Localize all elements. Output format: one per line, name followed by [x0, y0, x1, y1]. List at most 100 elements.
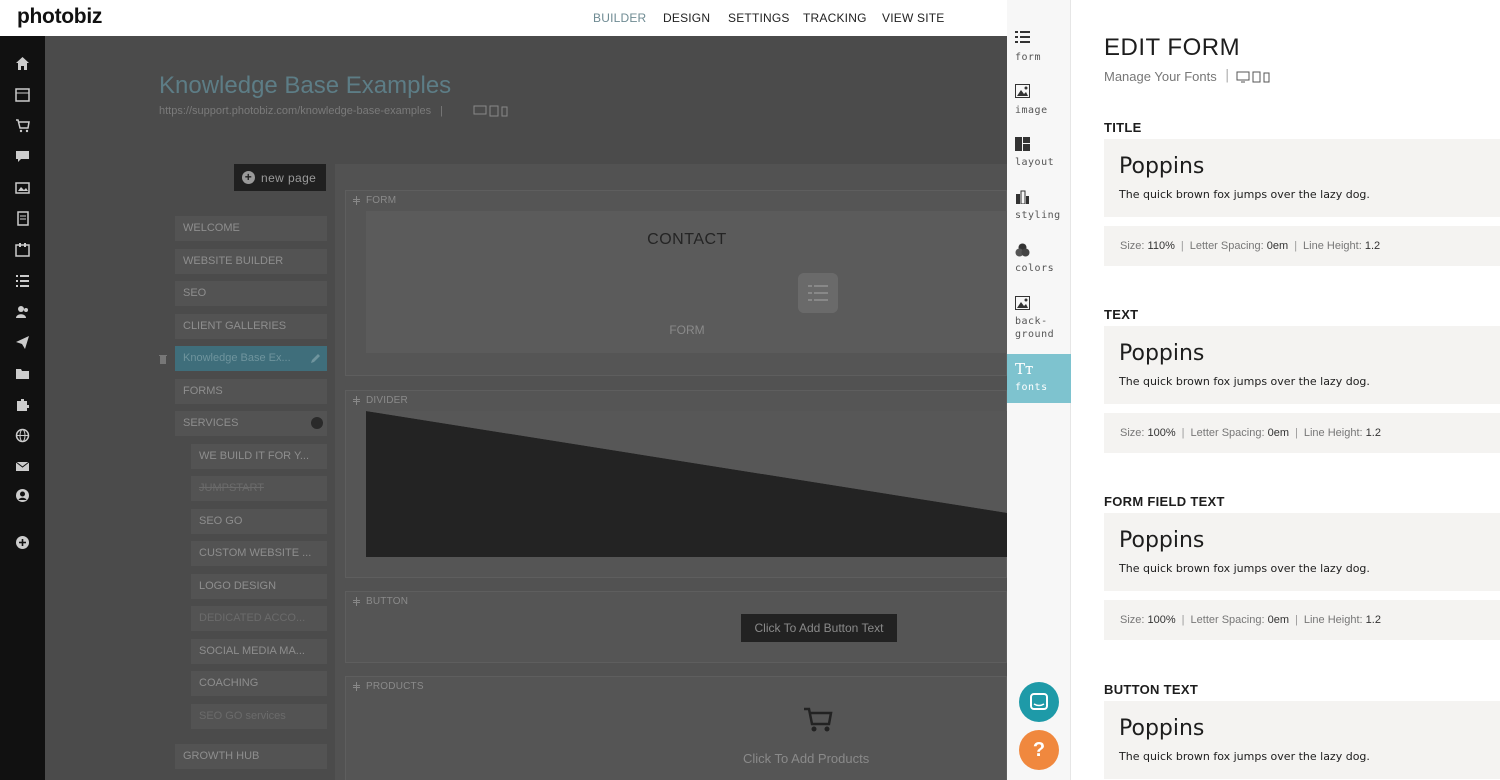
tab-styling-label: styling: [1015, 210, 1061, 221]
button-block[interactable]: BUTTON Click To Add Button Text: [345, 591, 1007, 663]
add-products-link[interactable]: Click To Add Products: [346, 751, 1006, 766]
font-settings[interactable]: Size: 100% | Letter Spacing: 0em | Line Heig…: [1104, 600, 1500, 640]
size-label: Size:: [1120, 614, 1145, 626]
nav-page-custom-website[interactable]: CUSTOM WEBSITE ...: [191, 541, 327, 566]
nav-design[interactable]: DESIGN: [663, 11, 710, 25]
products-block-label: PRODUCTS: [366, 681, 424, 692]
nav-page-jumpstart[interactable]: JUMPSTART: [191, 476, 327, 501]
font-name: Poppins: [1119, 154, 1205, 179]
size-label: Size:: [1120, 240, 1145, 252]
account-icon[interactable]: [15, 488, 30, 503]
nav-page-seo[interactable]: SEO: [175, 281, 327, 306]
trash-icon[interactable]: [158, 353, 168, 364]
device-preview-icon[interactable]: [473, 105, 513, 117]
document-icon[interactable]: [15, 211, 30, 226]
nav-page-forms[interactable]: FORMS: [175, 379, 327, 404]
font-name: Poppins: [1119, 528, 1205, 553]
nav-page-welcome[interactable]: WELCOME: [175, 216, 327, 241]
tab-fonts[interactable]: Tт fonts: [1007, 354, 1071, 403]
tab-form[interactable]: form: [1007, 30, 1071, 80]
nav-page-knowledge-base[interactable]: Knowledge Base Ex...: [175, 346, 327, 371]
drag-handle-icon[interactable]: [353, 396, 360, 405]
tab-colors-label: colors: [1015, 263, 1055, 274]
event-calendar-icon[interactable]: [15, 242, 30, 257]
calendar-icon[interactable]: [15, 87, 30, 102]
nav-tracking[interactable]: TRACKING: [803, 11, 867, 25]
puzzle-icon[interactable]: [15, 397, 30, 412]
panel-title: EDIT FORM: [1104, 34, 1241, 61]
font-settings[interactable]: Size: 100% | Letter Spacing: 0em | Line Heig…: [1104, 413, 1500, 453]
page-url[interactable]: https://support.photobiz.com/knowledge-b…: [159, 105, 443, 117]
tab-layout[interactable]: layout: [1007, 137, 1071, 187]
divider-block[interactable]: DIVIDER: [345, 390, 1007, 578]
nav-page-website-builder[interactable]: WEBSITE BUILDER: [175, 249, 327, 274]
device-preview-icon[interactable]: [1236, 71, 1272, 83]
nav-view-site[interactable]: VIEW SITE: [882, 11, 944, 25]
nav-page-social-media[interactable]: SOCIAL MEDIA MA...: [191, 639, 327, 664]
folder-icon[interactable]: [15, 366, 30, 381]
tab-image[interactable]: image: [1007, 84, 1071, 134]
font-preview[interactable]: Poppins The quick brown fox jumps over t…: [1104, 513, 1500, 591]
chat-icon[interactable]: [15, 149, 30, 164]
tab-colors[interactable]: colors: [1007, 243, 1071, 293]
globe-icon[interactable]: [15, 428, 30, 443]
form-placeholder[interactable]: CONTACT FORM: [366, 211, 1007, 353]
fonts-icon: Tт: [1015, 360, 1034, 378]
nav-page-we-build-it[interactable]: WE BUILD IT FOR Y...: [191, 444, 327, 469]
font-preview[interactable]: Poppins The quick brown fox jumps over t…: [1104, 139, 1500, 217]
font-section-text: TEXT Poppins The quick brown fox jumps o…: [1104, 307, 1500, 453]
manage-fonts-link[interactable]: Manage Your Fonts: [1104, 69, 1217, 84]
letter-spacing-label: Letter Spacing:: [1189, 240, 1264, 252]
meta-separator: |: [1180, 240, 1184, 252]
font-settings[interactable]: Size: 110% | Letter Spacing: 0em | Line Heig…: [1104, 226, 1500, 266]
nav-page-dedicated-account[interactable]: DEDICATED ACCO...: [191, 606, 327, 631]
font-preview[interactable]: Poppins The quick brown fox jumps over t…: [1104, 701, 1500, 779]
tab-background[interactable]: back- ground: [1007, 296, 1071, 346]
tab-fonts-label: fonts: [1015, 382, 1048, 393]
products-block[interactable]: PRODUCTS Click To Add Products: [345, 676, 1007, 780]
tab-styling[interactable]: styling: [1007, 190, 1071, 240]
tab-image-label: image: [1015, 105, 1048, 116]
button-block-label: BUTTON: [366, 596, 409, 607]
nav-page-seo-go[interactable]: SEO GO: [191, 509, 327, 534]
letter-spacing-label: Letter Spacing:: [1190, 614, 1265, 626]
contacts-icon[interactable]: [15, 304, 30, 319]
gallery-icon[interactable]: [15, 180, 30, 195]
line-height-value: 1.2: [1365, 427, 1381, 439]
font-preview[interactable]: Poppins The quick brown fox jumps over t…: [1104, 326, 1500, 404]
nav-page-coaching[interactable]: COACHING: [191, 671, 327, 696]
nav-page-logo-design[interactable]: LOGO DESIGN: [191, 574, 327, 599]
drag-handle-icon[interactable]: [353, 597, 360, 606]
form-icon: [1015, 31, 1030, 43]
drag-handle-icon[interactable]: [353, 196, 360, 205]
nav-page-client-galleries[interactable]: CLIENT GALLERIES: [175, 314, 327, 339]
font-sample-text: The quick brown fox jumps over the lazy …: [1119, 562, 1370, 575]
contact-heading: CONTACT: [647, 231, 727, 248]
nav-settings[interactable]: SETTINGS: [728, 11, 790, 25]
new-page-button[interactable]: + new page: [234, 164, 326, 191]
nav-page-services[interactable]: SERVICES: [175, 411, 327, 436]
add-circle-icon[interactable]: [15, 535, 30, 550]
home-icon[interactable]: [15, 56, 30, 71]
cart-icon: [804, 707, 833, 732]
page-url-text[interactable]: https://support.photobiz.com/knowledge-b…: [159, 105, 431, 117]
form-block[interactable]: FORM CONTACT FORM: [345, 190, 1007, 376]
subtitle-separator: |: [1225, 68, 1230, 83]
nav-page-seo-go-services[interactable]: SEO GO services: [191, 704, 327, 729]
add-button-text-button[interactable]: Click To Add Button Text: [741, 614, 897, 642]
cart-icon[interactable]: [15, 118, 30, 133]
send-icon[interactable]: [15, 335, 30, 350]
size-value: 100%: [1147, 614, 1176, 626]
meta-separator: |: [1294, 240, 1298, 252]
chat-launcher-button[interactable]: [1019, 682, 1059, 722]
font-section-button-text: BUTTON TEXT Poppins The quick brown fox …: [1104, 682, 1500, 780]
help-button[interactable]: ?: [1019, 730, 1059, 770]
mail-icon[interactable]: [15, 459, 30, 474]
nav-page-growth-hub[interactable]: GROWTH HUB: [175, 744, 327, 769]
list-icon[interactable]: [15, 273, 30, 288]
pencil-icon[interactable]: [310, 352, 322, 364]
drag-handle-icon[interactable]: [353, 682, 360, 691]
form-block-label: FORM: [366, 195, 397, 206]
chevron-down-icon[interactable]: [311, 417, 323, 429]
nav-builder[interactable]: BUILDER: [593, 11, 646, 25]
